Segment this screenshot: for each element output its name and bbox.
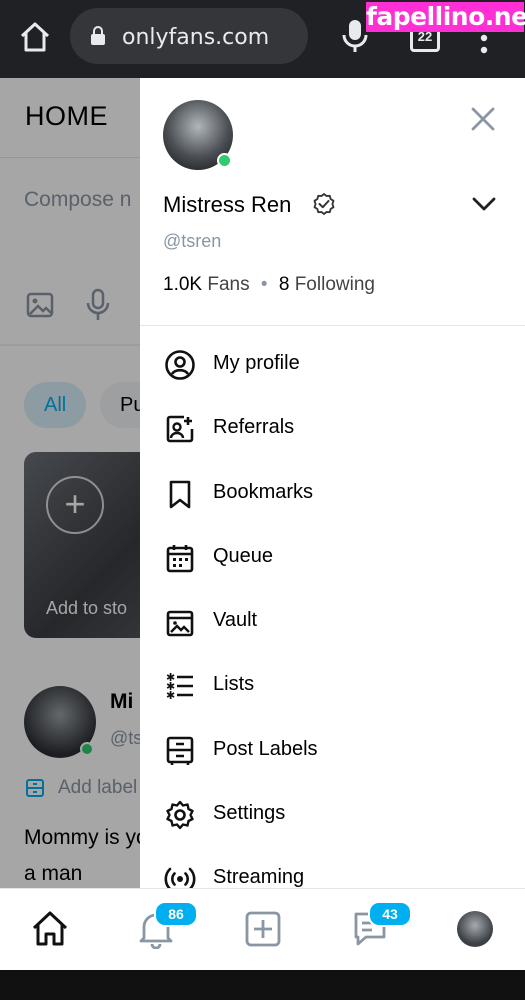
divider — [140, 325, 525, 326]
drawer-menu: My profile Referrals Bookmarks Queue Vau… — [140, 332, 525, 888]
verified-icon — [313, 193, 335, 215]
bottom-nav: 86 43 — [0, 888, 525, 970]
browser-toolbar: onlyfans.com 22 fapellino.net — [0, 0, 525, 78]
following-count[interactable]: 8 — [279, 274, 290, 295]
profile-name[interactable]: Mistress Ren — [163, 192, 291, 218]
home-icon[interactable] — [18, 20, 52, 54]
profile-stats: 1.0K Fans • 8 Following — [163, 274, 375, 296]
menu-item-lists[interactable]: ✱ ✱ ✱ Lists — [140, 653, 525, 717]
menu-item-label: Vault — [213, 609, 258, 632]
following-label[interactable]: Following — [295, 274, 375, 295]
gear-icon — [166, 800, 194, 830]
menu-item-label: Lists — [213, 673, 255, 696]
svg-text:✱: ✱ — [166, 689, 175, 702]
menu-item-label: Bookmarks — [213, 480, 314, 503]
address-bar[interactable]: onlyfans.com — [70, 8, 308, 64]
menu-item-vault[interactable]: Vault — [140, 589, 525, 653]
vault-icon — [166, 610, 194, 637]
post-labels-icon — [166, 736, 194, 765]
bookmark-icon — [169, 480, 191, 508]
notifications-badge: 86 — [154, 901, 198, 927]
fans-label[interactable]: Fans — [207, 274, 249, 295]
referrals-icon — [166, 415, 194, 443]
calendar-icon — [166, 544, 194, 573]
url-text: onlyfans.com — [122, 25, 270, 50]
avatar[interactable] — [457, 911, 493, 947]
profile-handle: @tsren — [163, 231, 222, 251]
user-circle-icon — [165, 350, 195, 380]
menu-item-streaming[interactable]: Streaming — [140, 846, 525, 888]
profile-avatar[interactable] — [163, 100, 233, 170]
menu-item-my-profile[interactable]: My profile — [140, 332, 525, 396]
stats-separator: • — [260, 274, 268, 295]
menu-item-queue[interactable]: Queue — [140, 525, 525, 589]
menu-item-referrals[interactable]: Referrals — [140, 396, 525, 460]
menu-item-settings[interactable]: Settings — [140, 782, 525, 846]
list-icon: ✱ ✱ ✱ — [166, 671, 193, 702]
menu-item-bookmarks[interactable]: Bookmarks — [140, 461, 525, 525]
menu-item-post-labels[interactable]: Post Labels — [140, 718, 525, 782]
watermark: fapellino.net — [366, 2, 525, 32]
menu-item-label: Queue — [213, 544, 274, 567]
streaming-icon — [164, 868, 196, 888]
messages-badge: 43 — [368, 901, 412, 927]
close-icon[interactable] — [470, 106, 496, 132]
home-icon[interactable] — [30, 909, 70, 949]
system-bar — [0, 970, 525, 1000]
side-drawer: Mistress Ren @tsren 1.0K Fans • 8 Follow… — [140, 78, 525, 888]
online-indicator — [217, 153, 232, 168]
fans-count[interactable]: 1.0K — [163, 274, 202, 295]
add-post-icon[interactable] — [243, 909, 283, 949]
chevron-down-icon[interactable] — [472, 196, 496, 212]
lock-icon — [91, 26, 105, 45]
menu-item-label: My profile — [213, 352, 300, 374]
menu-item-label: Streaming — [213, 866, 305, 888]
menu-item-label: Post Labels — [213, 737, 318, 760]
menu-item-label: Settings — [213, 802, 286, 825]
menu-item-label: Referrals — [213, 416, 295, 439]
